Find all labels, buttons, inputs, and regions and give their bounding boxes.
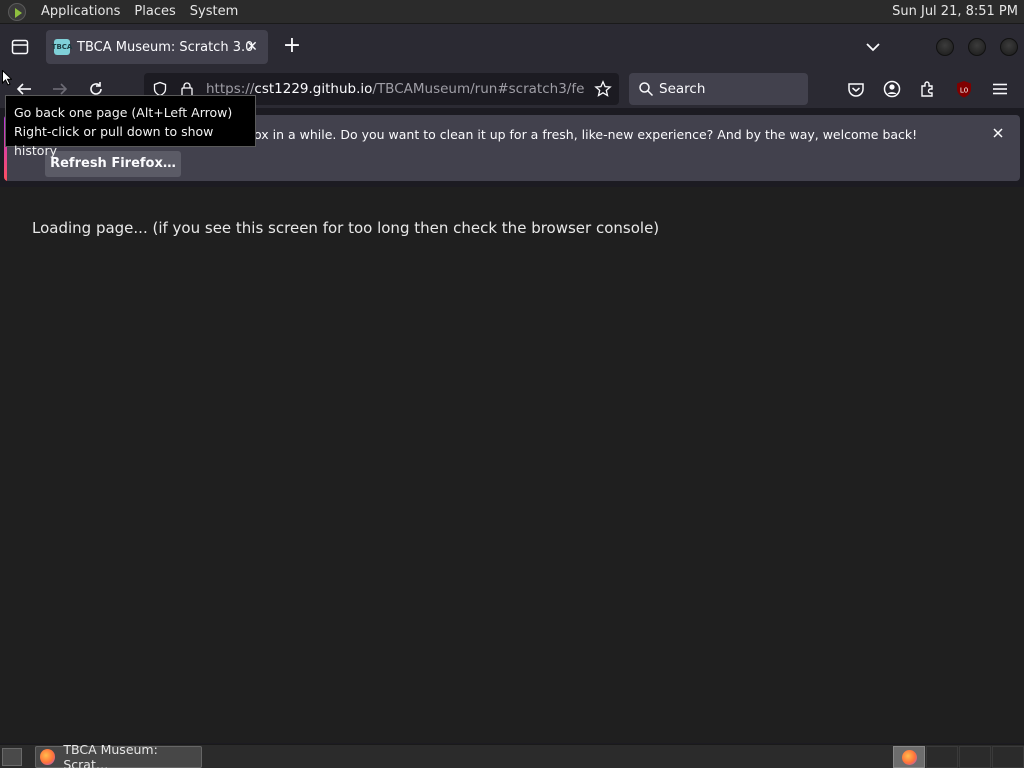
mouse-cursor-icon	[2, 70, 12, 86]
minimize-window-button[interactable]	[936, 38, 954, 56]
menu-logo-icon[interactable]	[8, 2, 26, 21]
pocket-icon	[848, 83, 864, 97]
hamburger-menu-icon	[993, 83, 1007, 95]
page-content: Loading page... (if you see this screen …	[0, 187, 1024, 743]
clock[interactable]: Sun Jul 21, 8:51 PM	[892, 4, 1018, 19]
search-icon	[639, 82, 654, 97]
menu-applications[interactable]: Applications	[34, 0, 127, 24]
account-button[interactable]	[881, 78, 903, 100]
ublock-origin-button[interactable]: L0	[953, 78, 975, 100]
firefox-view-icon	[11, 39, 29, 55]
tab-strip: TBCA TBCA Museum: Scratch 3.0 ✕ +	[0, 24, 1024, 70]
close-window-button[interactable]	[1000, 38, 1018, 56]
app-menu-button[interactable]	[989, 78, 1011, 100]
menu-places[interactable]: Places	[127, 0, 182, 24]
taskbar-window-title: TBCA Museum: Scrat…	[63, 742, 158, 768]
firefox-mini-icon	[902, 750, 917, 765]
puzzle-piece-icon	[921, 81, 933, 97]
notification-message: ox in a while. Do you want to clean it u…	[254, 127, 918, 142]
loading-message: Loading page... (if you see this screen …	[32, 219, 660, 237]
tooltip-line-1: Go back one page (Alt+Left Arrow)	[14, 105, 233, 120]
tooltip-line-2: Right-click or pull down to show history	[14, 124, 214, 158]
taskbar-window-firefox[interactable]: TBCA Museum: Scrat…	[35, 742, 202, 768]
url-host: cst1229.github.io	[254, 81, 373, 97]
ublock-badge-text: L0	[960, 87, 968, 95]
tab-title: TBCA Museum: Scratch 3.0	[77, 39, 254, 55]
workspace-1[interactable]	[893, 746, 925, 768]
extensions-button[interactable]	[917, 78, 939, 100]
url-text[interactable]: https://cst1229.github.io/TBCAMuseum/run…	[206, 81, 584, 97]
workspace-2[interactable]	[926, 746, 958, 768]
search-placeholder: Search	[659, 81, 706, 97]
chevron-down-icon	[866, 43, 880, 52]
account-icon	[883, 80, 901, 98]
bookmark-star-icon[interactable]	[594, 80, 612, 98]
firefox-icon	[40, 749, 56, 765]
url-path: /TBCAMuseum/run#scratch3/fe9fdb	[372, 81, 584, 97]
close-icon	[993, 128, 1003, 138]
workspace-4[interactable]	[992, 746, 1024, 768]
bottom-taskbar: TBCA Museum: Scrat…	[0, 742, 1024, 768]
menu-system[interactable]: System	[183, 0, 245, 24]
tab-active[interactable]: TBCA TBCA Museum: Scratch 3.0 ✕	[46, 30, 268, 64]
tab-close-icon[interactable]: ✕	[244, 39, 260, 55]
new-tab-button[interactable]: +	[278, 33, 306, 61]
tab-favicon-icon: TBCA	[52, 39, 72, 55]
firefox-view-button[interactable]	[8, 35, 32, 59]
workspace-3[interactable]	[959, 746, 991, 768]
tab-list-button[interactable]	[862, 36, 884, 58]
maximize-window-button[interactable]	[968, 38, 986, 56]
back-button-tooltip: Go back one page (Alt+Left Arrow) Right-…	[5, 95, 256, 158]
show-desktop-button[interactable]	[2, 748, 22, 766]
top-panel: Applications Places System Sun Jul 21, 8…	[0, 0, 1024, 24]
pocket-button[interactable]	[845, 78, 867, 100]
search-bar[interactable]: Search	[629, 73, 808, 105]
ublock-origin-icon: L0	[957, 81, 971, 98]
notification-close-button[interactable]	[990, 125, 1006, 141]
